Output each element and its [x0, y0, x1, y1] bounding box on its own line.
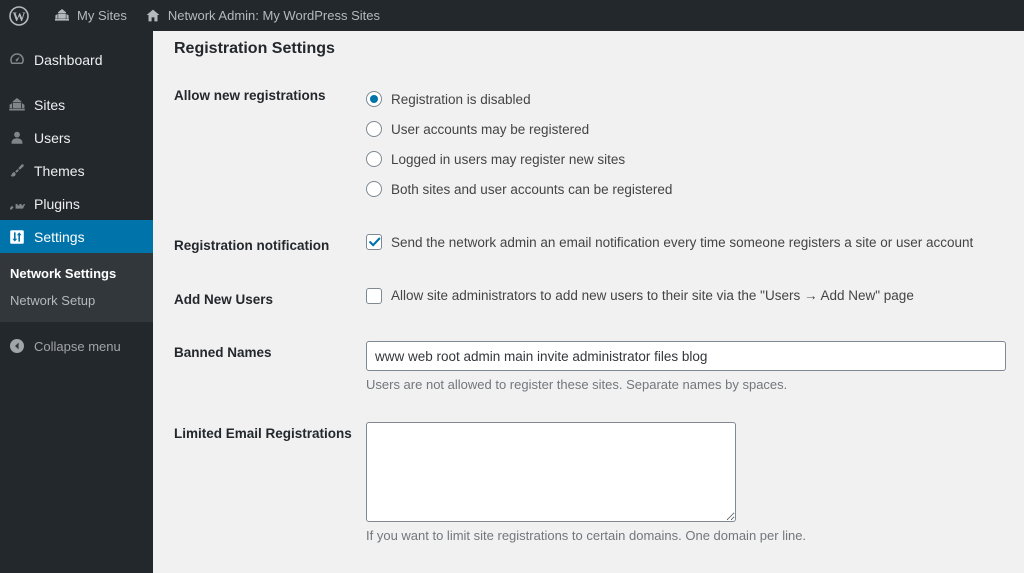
banned-names-input[interactable]: [366, 341, 1006, 372]
sidebar-subitem-label: Network Setup: [10, 293, 96, 308]
user-icon: [8, 129, 34, 147]
field-control-allow-new-registrations: Registration is disabled User accounts m…: [366, 69, 1024, 219]
limited-email-registrations-textarea[interactable]: [366, 422, 736, 523]
admin-bar-item-my-sites[interactable]: My Sites: [45, 0, 136, 31]
radio-input[interactable]: [366, 121, 382, 137]
field-control-registration-notification: Send the network admin an email notifica…: [366, 219, 1024, 273]
form-row-banned-names: Banned Names Users are not allowed to re…: [153, 326, 1024, 407]
sidebar-item-dashboard[interactable]: Dashboard: [0, 43, 153, 76]
field-control-add-new-users: Allow site administrators to add new use…: [366, 273, 1024, 327]
radio-label: Logged in users may register new sites: [391, 151, 626, 167]
field-label-limited-email-registrations: Limited Email Registrations: [174, 426, 352, 442]
wordpress-logo-icon: W: [9, 5, 29, 26]
form-row-limited-email-registrations: Limited Email Registrations If you want …: [153, 407, 1024, 558]
form-row-add-new-users: Add New Users Allow site administrators …: [153, 273, 1024, 327]
field-label-registration-notification: Registration notification: [174, 238, 330, 253]
buildings-icon: [8, 96, 34, 114]
checkbox-option-registration-notification[interactable]: Send the network admin an email notifica…: [366, 234, 1024, 250]
sidebar-item-users[interactable]: Users: [0, 121, 153, 154]
page-title: Registration Settings: [174, 40, 335, 57]
radio-label: Registration is disabled: [391, 91, 531, 107]
sidebar-item-label: Sites: [34, 96, 66, 113]
radio-option-registration-disabled[interactable]: Registration is disabled: [366, 84, 1024, 114]
admin-bar: W My Sites Network Admin: My WordPress S…: [0, 0, 1024, 31]
admin-bar-item-network-admin[interactable]: Network Admin: My WordPress Sites: [136, 0, 389, 31]
wordpress-logo-button[interactable]: W: [0, 0, 45, 31]
admin-bar-network-admin-label: Network Admin: My WordPress Sites: [167, 8, 380, 23]
active-menu-arrow-icon: [153, 228, 161, 245]
radio-input[interactable]: [366, 91, 382, 107]
plug-icon: [8, 195, 34, 213]
dashboard-icon: [8, 51, 34, 69]
buildings-icon: [54, 8, 70, 24]
field-control-banned-names: Users are not allowed to register these …: [366, 326, 1024, 407]
sidebar-item-plugins[interactable]: Plugins: [0, 187, 153, 220]
sidebar-subitem-label: Network Settings: [10, 266, 117, 281]
sidebar-item-label: Themes: [34, 162, 85, 179]
sidebar-item-label: Dashboard: [34, 51, 103, 68]
radio-option-both-sites-and-users[interactable]: Both sites and user accounts can be regi…: [366, 174, 1024, 204]
sidebar-item-themes[interactable]: Themes: [0, 154, 153, 187]
admin-bar-my-sites-label: My Sites: [77, 8, 127, 23]
radio-option-user-accounts[interactable]: User accounts may be registered: [366, 114, 1024, 144]
radio-option-logged-in-users[interactable]: Logged in users may register new sites: [366, 144, 1024, 174]
sidebar-item-settings[interactable]: Settings: [0, 220, 161, 253]
radio-label: User accounts may be registered: [391, 121, 590, 137]
sidebar-item-label: Plugins: [34, 195, 80, 212]
paintbrush-icon: [8, 162, 34, 180]
sidebar-item-label: Settings: [34, 228, 85, 245]
radio-input[interactable]: [366, 181, 382, 197]
field-label-allow-new-registrations: Allow new registrations: [174, 88, 326, 103]
admin-sidebar: Dashboard Sites Users Themes Plugins Set…: [0, 31, 161, 573]
sidebar-subitem-network-settings[interactable]: Network Settings: [0, 260, 153, 287]
checkbox-input[interactable]: [366, 287, 382, 304]
registration-settings-form: Allow new registrations Registration is …: [153, 69, 1024, 558]
checkbox-label: Send the network admin an email notifica…: [391, 234, 974, 250]
sidebar-item-label: Users: [34, 129, 71, 146]
arrow-left-circle-icon: [8, 337, 34, 355]
limited-email-registrations-description: If you want to limit site registrations …: [366, 528, 807, 544]
radio-label: Both sites and user accounts can be regi…: [391, 181, 673, 197]
main-content: Registration Settings Allow new registra…: [153, 31, 1024, 573]
checkbox-option-add-new-users[interactable]: Allow site administrators to add new use…: [366, 287, 1024, 304]
home-icon: [145, 8, 161, 24]
sidebar-submenu-settings: Network Settings Network Setup: [0, 253, 153, 322]
collapse-menu-label: Collapse menu: [34, 338, 121, 354]
field-label-add-new-users: Add New Users: [174, 291, 274, 307]
checkbox-label: Allow site administrators to add new use…: [391, 288, 914, 304]
field-label-banned-names: Banned Names: [174, 345, 272, 361]
sidebar-item-sites[interactable]: Sites: [0, 88, 153, 121]
banned-names-description: Users are not allowed to register these …: [366, 377, 788, 393]
collapse-menu-button[interactable]: Collapse menu: [0, 329, 153, 363]
sidebar-subitem-network-setup[interactable]: Network Setup: [0, 287, 153, 314]
radio-input[interactable]: [366, 151, 382, 167]
checkbox-input[interactable]: [366, 234, 382, 250]
form-row-allow-new-registrations: Allow new registrations Registration is …: [153, 69, 1024, 219]
settings-sliders-icon: [8, 228, 34, 246]
field-control-limited-email-registrations: If you want to limit site registrations …: [366, 407, 1024, 558]
form-row-registration-notification: Registration notification Send the netwo…: [153, 219, 1024, 273]
svg-text:W: W: [13, 9, 26, 24]
